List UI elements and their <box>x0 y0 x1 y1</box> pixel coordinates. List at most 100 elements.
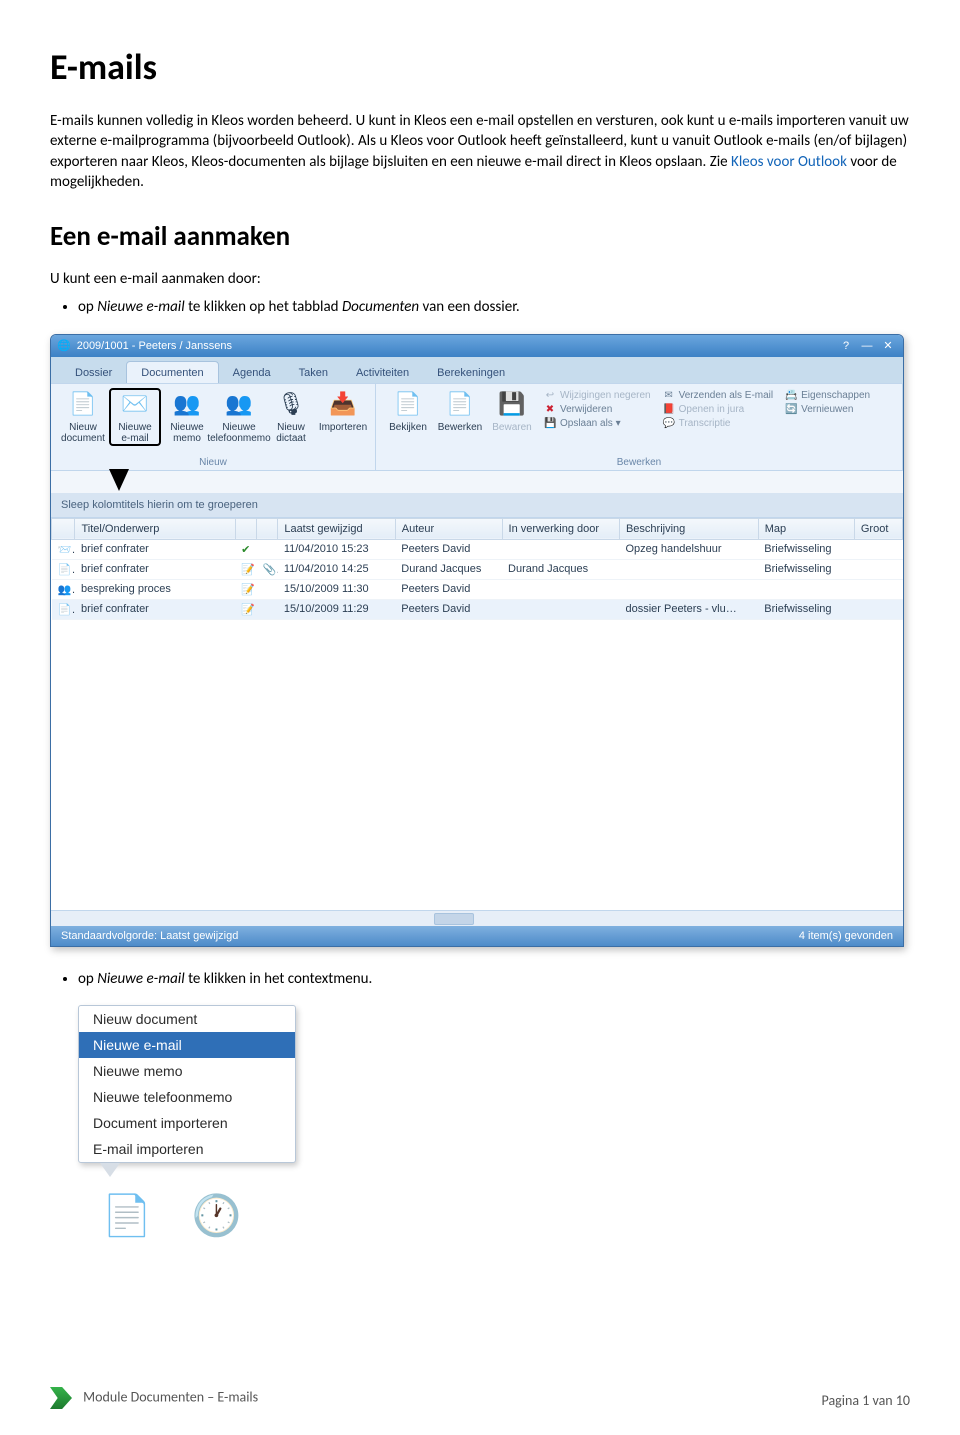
cell-status1-icon: 📝 <box>235 579 256 599</box>
ribbon-btn-label: Importeren <box>319 422 367 433</box>
horizontal-scrollbar[interactable] <box>51 910 903 926</box>
column-header[interactable]: Beschrijving <box>619 518 758 539</box>
column-header[interactable]: Auteur <box>395 518 502 539</box>
ribbon-btn-bewerken[interactable]: 📄 Bewerken <box>434 388 486 435</box>
ribbon-smallbtn-opslaan-als-▾[interactable]: 💾Opslaan als ▾ <box>544 418 651 429</box>
cell-status1-icon: ✔ <box>235 539 256 559</box>
context-menu-item[interactable]: Nieuwe e-mail <box>79 1032 295 1058</box>
ribbon-smallbtn-eigenschappen[interactable]: 📇 Eigenschappen <box>785 390 870 401</box>
context-menu-item[interactable]: Document importeren <box>79 1110 295 1136</box>
cell-title: bespreking proces <box>75 579 235 599</box>
bullet2-a: op <box>78 970 97 988</box>
ribbon-btn-label: Nieuwdocument <box>61 422 105 444</box>
cell-status2-icon: 📎 <box>256 559 277 579</box>
cell-size <box>854 599 902 619</box>
status-right: 4 item(s) gevonden <box>799 930 893 942</box>
section-lead: U kunt een e-mail aanmaken door: <box>50 269 910 289</box>
ribbon-btn-importeren[interactable]: 📥Importeren <box>317 388 369 435</box>
ribbon-btn-nieuwe-telefoonmemo[interactable]: 👥Nieuwetelefoonmemo <box>213 388 265 446</box>
tab-documenten[interactable]: Documenten <box>126 361 218 383</box>
ribbon-small-label: Verzenden als E-mail <box>679 390 774 401</box>
column-header[interactable]: Groot <box>854 518 902 539</box>
grid-empty-area <box>51 620 903 910</box>
ribbon-btn-label: Nieuwee-mail <box>118 422 151 444</box>
table-row[interactable]: 📄brief confrater📝📎11/04/2010 14:25Durand… <box>52 559 903 579</box>
cell-title: brief confrater <box>75 559 235 579</box>
ribbon-btn-label: Bewerken <box>438 422 482 433</box>
column-header[interactable]: Laatst gewijzigd <box>278 518 395 539</box>
cell-status2-icon <box>256 599 277 619</box>
tab-taken[interactable]: Taken <box>285 362 342 383</box>
ribbon-btn-nieuw-document[interactable]: 📄Nieuwdocument <box>57 388 109 446</box>
ribbon-btn-nieuwe-e-mail[interactable]: ✉️Nieuwee-mail <box>109 388 161 446</box>
ribbon-smallbtn-openen-in-jura: 📕Openen in jura <box>663 404 774 415</box>
bullet2-b: te klikken in het contextmenu. <box>185 970 373 988</box>
tab-dossier[interactable]: Dossier <box>61 362 126 383</box>
section-heading: Een e-mail aanmaken <box>50 220 910 253</box>
window-title: 2009/1001 - Peeters / Janssens <box>77 340 232 352</box>
column-header[interactable]: Map <box>758 518 854 539</box>
cell-description <box>619 559 758 579</box>
cell-map <box>758 579 854 599</box>
kleos-logo-icon <box>50 1387 72 1409</box>
tab-agenda[interactable]: Agenda <box>219 362 285 383</box>
context-menu-item[interactable]: Nieuw document <box>79 1006 295 1032</box>
ribbon: 📄Nieuwdocument✉️Nieuwee-mail👥Nieuwememo👥… <box>51 383 903 471</box>
ribbon-small-icon: ✖ <box>544 404 556 415</box>
cell-author: Durand Jacques <box>395 559 502 579</box>
page-title: E-mails <box>50 45 910 89</box>
ribbon-small-icon: 💾 <box>544 418 556 429</box>
ribbon-smallbtn-verwijderen[interactable]: ✖ Verwijderen <box>544 404 651 415</box>
tab-berekeningen[interactable]: Berekeningen <box>423 362 519 383</box>
cell-status1-icon: 📝 <box>235 559 256 579</box>
cell-title: brief confrater <box>75 599 235 619</box>
ribbon-btn-label: Bewaren <box>492 422 531 433</box>
ribbon-icon: 📄 <box>445 390 475 420</box>
minimize-icon[interactable]: — <box>858 339 876 353</box>
ribbon-icon: 📄 <box>393 390 423 420</box>
ribbon-btn-nieuwe-memo[interactable]: 👥Nieuwememo <box>161 388 213 446</box>
table-row[interactable]: 👥bespreking proces📝15/10/2009 11:30Peete… <box>52 579 903 599</box>
help-icon[interactable]: ? <box>837 339 855 353</box>
column-header[interactable]: In verwerking door <box>502 518 619 539</box>
bullet-item-2: op Nieuwe e-mail te klikken in het conte… <box>78 969 910 989</box>
app-icon: 🌐 <box>57 339 71 352</box>
document-table: Titel/Onderwerp Laatst gewijzigdAuteurIn … <box>51 518 903 620</box>
table-row[interactable]: 📄brief confrater📝15/10/2009 11:29Peeters… <box>52 599 903 619</box>
footer-left-text: Module Documenten – E-mails <box>83 1388 258 1405</box>
column-header[interactable] <box>235 518 256 539</box>
kleos-outlook-link[interactable]: Kleos voor Outlook <box>731 153 847 171</box>
ribbon-small-label: Wijzigingen negeren <box>560 390 651 401</box>
cell-description <box>619 579 758 599</box>
table-row[interactable]: 📨brief confrater✔11/04/2010 15:23Peeters… <box>52 539 903 559</box>
ribbon-btn-bekijken[interactable]: 📄Bekijken <box>382 388 434 435</box>
group-hint[interactable]: Sleep kolomtitels hierin om te groeperen <box>51 493 903 518</box>
cell-processing: Durand Jacques <box>502 559 619 579</box>
context-menu-item[interactable]: E-mail importeren <box>79 1136 295 1162</box>
page-footer: Module Documenten – E-mails Pagina 1 van… <box>50 1387 910 1409</box>
column-header[interactable] <box>52 518 75 539</box>
ribbon-small-label: Verwijderen <box>560 404 612 415</box>
close-icon[interactable]: ✕ <box>879 339 897 353</box>
ribbon-small-icon: 📇 <box>785 390 797 401</box>
intro-paragraph: E-mails kunnen volledig in Kleos worden … <box>50 111 910 192</box>
footer-left: Module Documenten – E-mails <box>50 1387 258 1409</box>
ribbon-smallbtn-verzenden-als-e-mail[interactable]: ✉Verzenden als E-mail <box>663 390 774 401</box>
bullet1-c: van een dossier. <box>419 298 520 316</box>
cell-size <box>854 559 902 579</box>
context-menu-item[interactable]: Nieuwe telefoonmemo <box>79 1084 295 1110</box>
ribbon-smallbtn-vernieuwen[interactable]: 🔄Vernieuwen <box>785 404 870 415</box>
column-header[interactable] <box>256 518 277 539</box>
ribbon-icon: 🎙 <box>276 390 306 420</box>
ribbon-btn-label: Nieuwetelefoonmemo <box>207 422 270 444</box>
cell-status2-icon <box>256 539 277 559</box>
column-header[interactable]: Titel/Onderwerp <box>75 518 235 539</box>
ribbon-group-nieuw: 📄Nieuwdocument✉️Nieuwee-mail👥Nieuwememo👥… <box>51 384 376 470</box>
context-menu-item[interactable]: Nieuwe memo <box>79 1058 295 1084</box>
ribbon-small-label: Eigenschappen <box>801 390 870 401</box>
ribbon-btn-nieuw-dictaat[interactable]: 🎙Nieuwdictaat <box>265 388 317 446</box>
cell-map: Briefwisseling <box>758 599 854 619</box>
tab-activiteiten[interactable]: Activiteiten <box>342 362 423 383</box>
document-icon: 📄 <box>102 1191 152 1240</box>
ribbon-small-label: Openen in jura <box>679 404 745 415</box>
